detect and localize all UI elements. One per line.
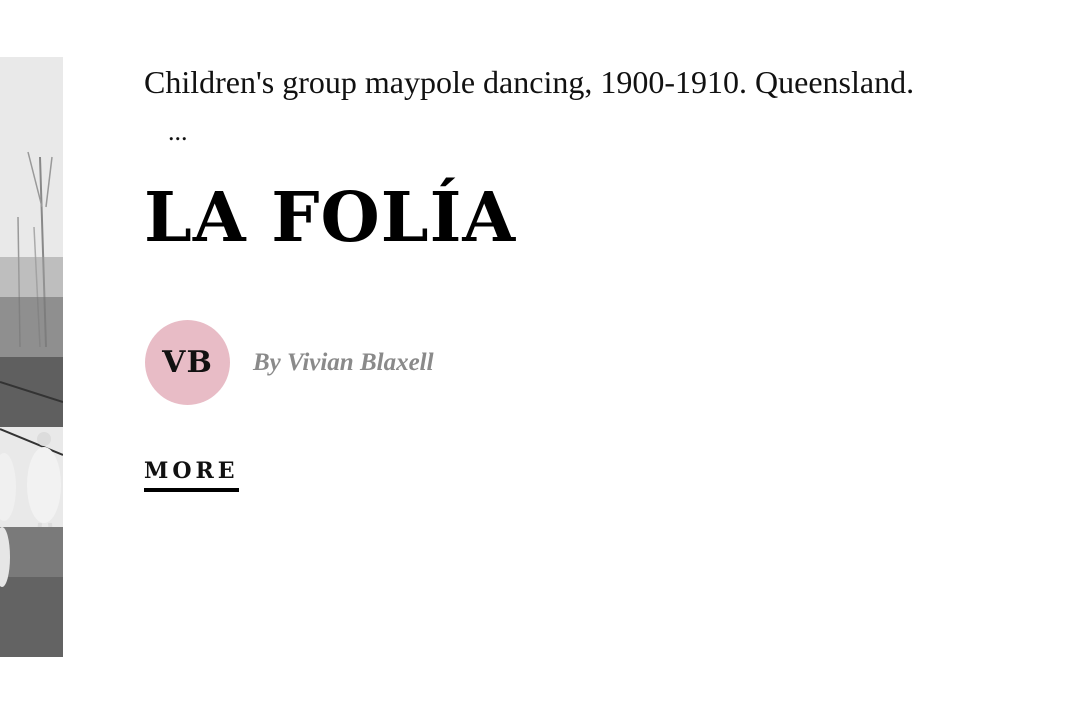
photo-maypole-dancing-icon (0, 57, 63, 657)
caption-expand-ellipsis[interactable]: ... (168, 112, 188, 152)
author-avatar[interactable]: VB (145, 320, 230, 405)
author-initials: VB (162, 345, 213, 380)
author-name-link[interactable]: By Vivian Blaxell (253, 349, 434, 377)
photo-caption: Children's group maypole dancing, 1900-1… (144, 64, 915, 100)
article-photo (0, 57, 63, 657)
article-title: LA FOLÍA (144, 178, 517, 258)
more-link[interactable]: MORE (144, 458, 239, 492)
byline: VB By Vivian Blaxell (145, 320, 434, 405)
